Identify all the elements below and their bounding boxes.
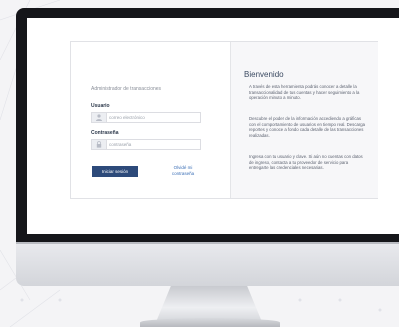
forgot-password-link[interactable]: Olvidé mi contraseña	[166, 165, 200, 177]
username-input[interactable]	[109, 113, 197, 122]
login-button[interactable]: Iniciar sesión	[92, 166, 138, 177]
welcome-title: Bienvenido	[244, 70, 284, 79]
login-card: Administrador de transacciones Usuario C…	[70, 41, 378, 199]
password-label: Contraseña	[91, 130, 119, 136]
monitor-chin	[16, 242, 399, 286]
monitor-stand-base	[140, 318, 280, 327]
password-field-wrapper	[91, 139, 201, 150]
monitor-stand	[156, 286, 262, 322]
welcome-paragraph: Descubre el poder de la información acce…	[249, 116, 366, 138]
login-panel: Administrador de transacciones Usuario C…	[71, 42, 229, 198]
login-subtitle: Administrador de transacciones	[91, 86, 162, 92]
welcome-panel: Bienvenido A través de esta herramienta …	[230, 42, 378, 198]
welcome-paragraph: A través de esta herramienta podrás cono…	[249, 84, 360, 101]
username-label: Usuario	[91, 103, 110, 109]
password-input[interactable]	[109, 140, 197, 149]
monitor-chin-edge	[16, 242, 399, 244]
user-icon	[92, 113, 107, 122]
lock-icon	[92, 140, 107, 149]
welcome-paragraph: Ingresa con tu usuario y clave. Si aún n…	[249, 154, 363, 171]
username-field-wrapper	[91, 112, 201, 123]
